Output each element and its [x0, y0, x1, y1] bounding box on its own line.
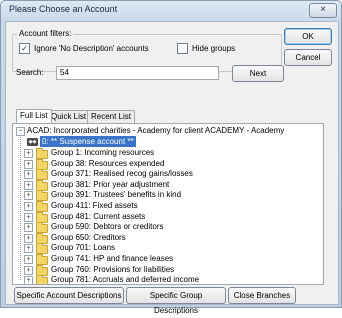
expand-icon[interactable]: + [24, 265, 33, 275]
search-input[interactable]: 54 [56, 66, 219, 80]
ignore-no-description-label: Ignore 'No Description' accounts [34, 44, 149, 53]
account-icon: ◆◆ [27, 138, 38, 146]
specific-group-descriptions-button[interactable]: Specific Group Descriptions [126, 287, 226, 315]
tree-group-label: Group 760: Provisions for liabilities [51, 264, 175, 274]
tree-group-label: Group 391: Trustees' benefits in kind [51, 190, 182, 200]
expand-icon[interactable]: + [24, 191, 33, 201]
folder-icon [36, 275, 48, 284]
close-icon[interactable]: × [309, 3, 337, 18]
tree-root-label: ACAD: Incorporated charities - Academy f… [27, 126, 285, 135]
selected-account-label: 0: ** Suspense account ** [40, 136, 136, 147]
expand-icon[interactable]: + [24, 212, 33, 222]
ok-button[interactable]: OK [284, 28, 332, 45]
tab-full-list[interactable]: Full List [16, 109, 52, 123]
expand-icon[interactable]: + [24, 170, 33, 180]
checkbox-unchecked-icon [177, 43, 188, 54]
account-tree[interactable]: − ACAD: Incorporated charities - Academy… [12, 123, 324, 285]
window-title: Please Choose an Account [9, 4, 118, 14]
hide-groups-label: Hide groups [192, 44, 236, 53]
ignore-no-description-checkbox[interactable]: ✓ Ignore 'No Description' accounts [19, 43, 149, 54]
close-branches-button[interactable]: Close Branches [228, 287, 296, 304]
checkbox-checked-icon: ✓ [19, 43, 30, 54]
dialog-window: Please Choose an Account × Account filte… [0, 0, 342, 315]
account-filters-legend: Account filters: [17, 29, 74, 38]
expand-icon[interactable]: + [24, 223, 33, 233]
search-label: Search: [16, 68, 44, 77]
specific-account-descriptions-button[interactable]: Specific Account Descriptions [14, 287, 124, 304]
tree-group-label: Group 411: Fixed assets [51, 201, 138, 210]
expand-icon[interactable]: + [24, 180, 33, 190]
tree-group-label: Group 741: HP and finance leases [51, 254, 174, 263]
expand-icon[interactable]: + [24, 255, 33, 264]
tree-group-label: Group 381: Prior year adjustment [51, 179, 170, 189]
expand-icon[interactable]: + [24, 159, 33, 169]
next-button[interactable]: Next [232, 65, 284, 82]
tree-group-label: Group 38: Resources expended [51, 158, 165, 168]
tree-group-label: Group 590: Debtors or creditors [51, 222, 164, 232]
cancel-button[interactable]: Cancel [284, 49, 332, 66]
expand-icon[interactable]: + [24, 244, 33, 254]
tab-recent-list[interactable]: Recent List [87, 110, 136, 123]
expand-icon[interactable]: + [24, 202, 33, 211]
tree-group-label: Group 371: Realised recog gains/losses [51, 169, 193, 179]
expand-icon[interactable]: + [24, 233, 33, 243]
tree-line [20, 132, 21, 280]
hide-groups-checkbox[interactable]: Hide groups [177, 43, 235, 54]
tree-group-label: Group 1: Incoming resources [51, 148, 155, 157]
tree-group-label: Group 650: Creditors [51, 232, 126, 242]
expand-icon[interactable]: + [24, 276, 33, 284]
dialog-body: Account filters: ✓ Ignore 'No Descriptio… [5, 21, 339, 315]
tree-group-label: Group 781: Accruals and deferred income [51, 275, 200, 285]
tab-quick-list[interactable]: Quick List [47, 110, 91, 123]
tree-group-label: Group 701: Loans [51, 243, 116, 253]
collapse-icon[interactable]: − [16, 127, 25, 136]
tree-group-label: Group 481: Current assets [51, 211, 146, 221]
expand-icon[interactable]: + [24, 149, 33, 158]
